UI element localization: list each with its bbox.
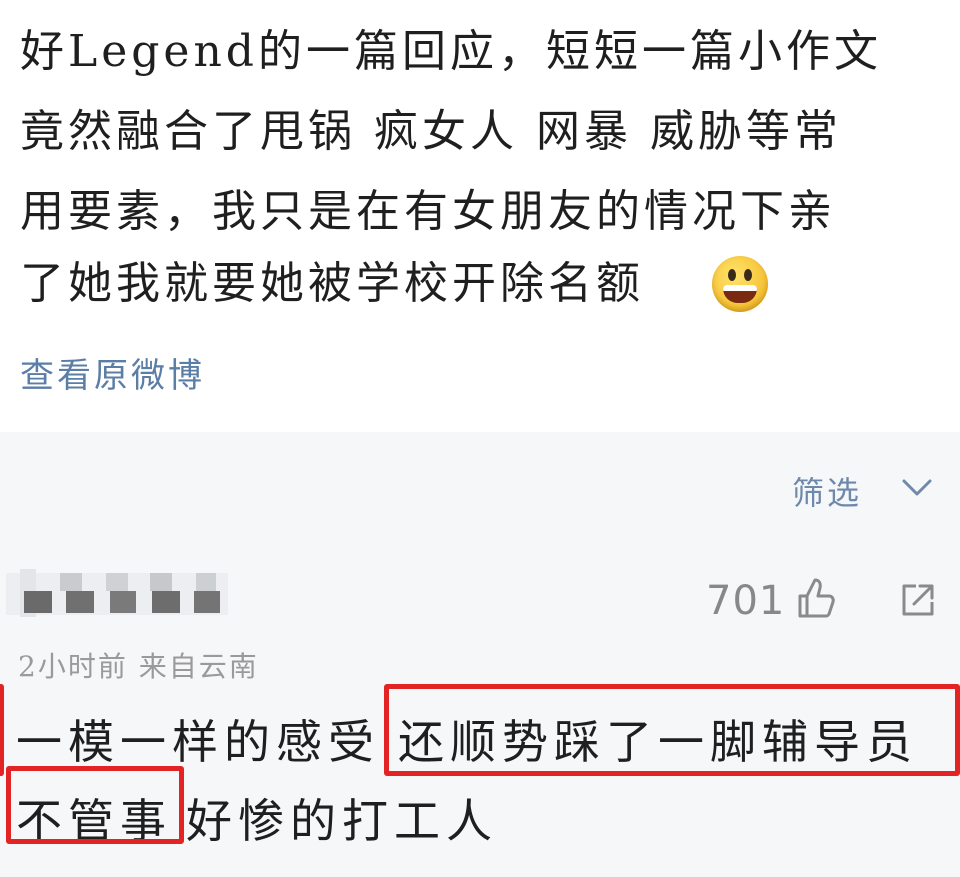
thumbs-up-icon[interactable] — [796, 576, 836, 620]
share-icon[interactable] — [898, 580, 938, 620]
original-post: 好Legend的一篇回应，短短一篇小作文 竟然融合了甩锅 疯女人 网暴 威胁等常… — [0, 0, 960, 432]
highlight-box — [0, 684, 4, 776]
highlight-box — [6, 766, 184, 844]
post-text-line-4: 了她我就要她被学校开除名额 — [20, 258, 644, 309]
comment-text-part: 一模一样的感受 — [16, 715, 380, 769]
grinning-face-icon — [712, 256, 768, 312]
chevron-down-icon[interactable] — [900, 472, 934, 502]
blurred-username — [6, 565, 228, 623]
highlight-box — [384, 684, 960, 776]
post-text-line-1: 好Legend的一篇回应，短短一篇小作文 — [20, 26, 882, 77]
post-text-line-2: 竟然融合了甩锅 疯女人 网暴 威胁等常 — [20, 106, 842, 157]
filter-button[interactable]: 筛选 — [792, 468, 862, 514]
comment-time-location: 2小时前 来自云南 — [18, 650, 259, 683]
comment-text-part: 好惨的打工人 — [186, 794, 498, 848]
view-original-weibo-link[interactable]: 查看原微博 — [20, 348, 205, 397]
post-text-line-3: 用要素，我只是在有女朋友的情况下亲 — [20, 186, 836, 237]
like-count: 701 — [706, 578, 786, 624]
